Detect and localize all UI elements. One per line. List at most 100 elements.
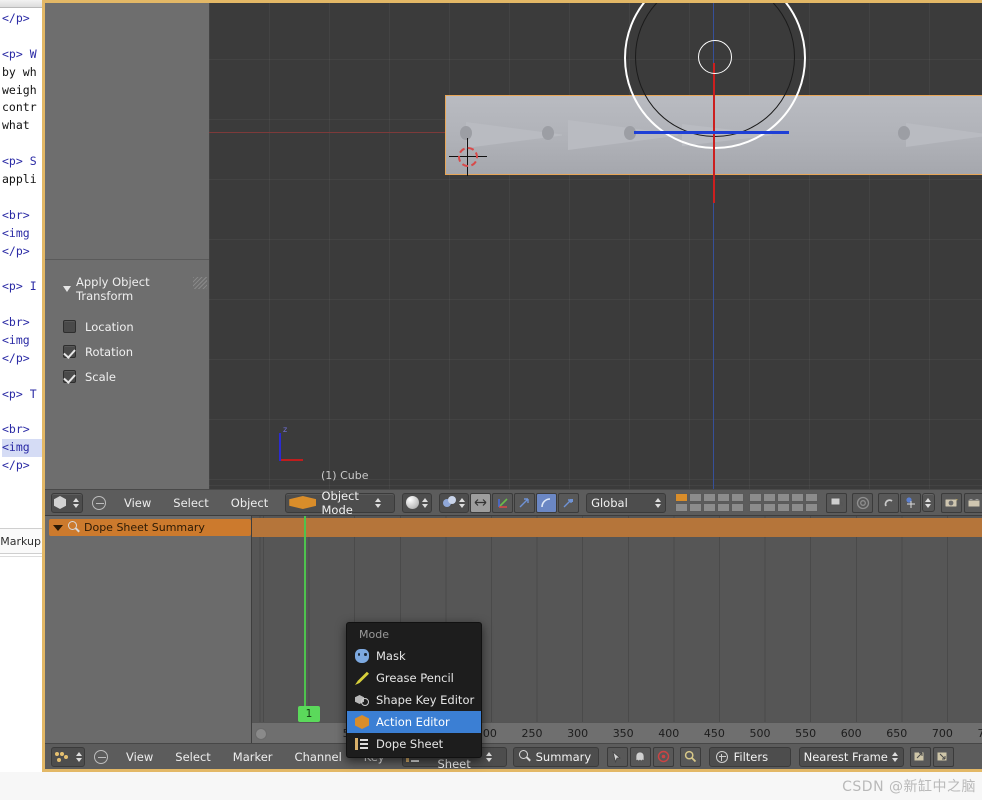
manipulator-toggle-button[interactable] (492, 492, 514, 513)
rotation-gizmo-z-axis[interactable] (634, 131, 789, 134)
apply-option-scale[interactable]: Scale (63, 364, 209, 389)
layer-cell[interactable] (717, 493, 731, 502)
chevron-down-icon[interactable] (53, 524, 63, 531)
code-editor-pane[interactable]: </p> <p> W by wh weigh contr what <p> S appli <… (0, 0, 48, 524)
render-animation-icon[interactable] (963, 492, 982, 513)
proportional-edit-icon[interactable] (852, 492, 874, 513)
dope-sheet-tool-group[interactable] (606, 746, 701, 767)
viewport-shading-selector[interactable] (402, 492, 433, 513)
dope-sheet-summary-toggle[interactable]: Summary (512, 746, 599, 767)
code-line-text: </p> (2, 243, 30, 258)
ruler-scroll-knob[interactable] (255, 728, 267, 740)
action-editor-icon (355, 715, 369, 729)
3d-viewport[interactable]: z (1) Cube (209, 3, 982, 489)
screenshot-root: </p> <p> W by wh weigh contr what <p> S appli <… (0, 0, 982, 800)
checkbox-rotation-icon[interactable] (63, 345, 76, 358)
translate-manipulator-icon[interactable] (514, 492, 536, 513)
layer-group-1[interactable] (675, 493, 745, 512)
ruler-tick-label: 700 (931, 727, 953, 740)
dope-menu-view[interactable]: View (115, 750, 164, 764)
layer-cell[interactable] (675, 493, 689, 502)
pivot-median-point-icon (443, 496, 457, 509)
layer-cell[interactable] (749, 493, 763, 502)
layer-cell[interactable] (749, 503, 763, 512)
dope-sheet-header: View Select Marker Channel Key Dope Shee… (45, 743, 982, 771)
layer-cell[interactable] (763, 503, 777, 512)
paste-keys-icon[interactable] (932, 746, 954, 767)
snap-mode-selector[interactable]: Nearest Frame (798, 746, 904, 767)
snap-target-dropdown[interactable] (921, 493, 935, 512)
markup-tab[interactable]: Markup (0, 528, 44, 554)
collapse-menu-icon[interactable] (91, 495, 106, 510)
apply-option-scale-label: Scale (85, 369, 116, 384)
filters-button[interactable]: Filters (708, 746, 791, 767)
layer-cell[interactable] (703, 493, 717, 502)
cursor-select-icon[interactable] (606, 746, 628, 767)
dope-menu-select[interactable]: Select (164, 750, 221, 764)
chevron-updown-icon (75, 751, 82, 762)
layer-cell[interactable] (805, 503, 819, 512)
search-filter-icon[interactable] (679, 746, 701, 767)
dope-menu-marker[interactable]: Marker (222, 750, 284, 764)
layer-cell[interactable] (703, 503, 717, 512)
interaction-mode-selector[interactable]: Object Mode (285, 489, 396, 517)
pivot-point-selector[interactable] (439, 492, 470, 513)
viewport-menu-select[interactable]: Select (162, 496, 219, 510)
snap-magnet-icon[interactable] (878, 492, 899, 513)
mode-popup-item-shape-key-editor[interactable]: Shape Key Editor (347, 689, 481, 711)
apply-object-transform-panel[interactable]: Apply Object Transform Location Rotation… (63, 275, 209, 389)
layer-cell[interactable] (717, 503, 731, 512)
pivot-individual-origins-icon[interactable] (470, 492, 492, 513)
editor-type-selector-3dview[interactable] (51, 492, 83, 513)
apply-option-location[interactable]: Location (63, 314, 209, 339)
layer-cell[interactable] (731, 503, 745, 512)
layer-cell[interactable] (791, 493, 805, 502)
proportional-edit-icon[interactable] (652, 746, 674, 767)
viewport-header: View Select Object Object Mode Global (45, 489, 982, 517)
collapse-menu-icon[interactable] (94, 749, 108, 764)
layer-cell[interactable] (675, 503, 689, 512)
copy-keys-icon[interactable] (909, 746, 931, 767)
mode-popup-item-action-editor[interactable]: Action Editor (347, 711, 481, 733)
layer-cell[interactable] (763, 493, 777, 502)
snap-target-selector[interactable] (900, 492, 921, 513)
editor-type-selector-dopesheet[interactable] (51, 746, 85, 767)
dope-sheet-summary-band[interactable] (252, 518, 982, 537)
page-bottom-strip (0, 772, 982, 800)
dope-sheet-summary-channel[interactable]: Dope Sheet Summary (49, 519, 251, 536)
mode-dropdown-popup[interactable]: Mode Mask Grease Pencil Shape Key Editor… (346, 622, 482, 758)
layer-cell[interactable] (777, 493, 791, 502)
code-line-text: <p> T (2, 386, 37, 401)
layer-cell[interactable] (777, 503, 791, 512)
dope-sheet-channel-list[interactable]: Dope Sheet Summary (45, 516, 252, 743)
apply-option-rotation[interactable]: Rotation (63, 339, 209, 364)
rotation-gizmo-inner-ring[interactable] (698, 40, 732, 74)
rotate-manipulator-icon[interactable] (536, 492, 558, 513)
layer-cell[interactable] (689, 503, 703, 512)
viewport-object-name: (1) Cube (321, 469, 369, 482)
apply-panel-header[interactable]: Apply Object Transform (63, 275, 209, 303)
dope-sheet-editor[interactable]: Dope Sheet Summary 1 5010015020025030035… (45, 516, 982, 743)
layer-cell[interactable] (689, 493, 703, 502)
render-camera-icon[interactable] (826, 492, 848, 513)
ghost-onionskin-icon[interactable] (629, 746, 651, 767)
viewport-menu-view[interactable]: View (113, 496, 162, 510)
scale-manipulator-icon[interactable] (558, 492, 580, 513)
panel-resize-grip[interactable] (193, 277, 207, 289)
mode-popup-item-mask[interactable]: Mask (347, 645, 481, 667)
transform-orientation-selector[interactable]: Global (586, 492, 667, 513)
checkbox-scale-icon[interactable] (63, 370, 76, 383)
scene-layers[interactable] (675, 493, 819, 512)
3d-cursor-circle (458, 147, 478, 167)
layer-cell[interactable] (791, 503, 805, 512)
layer-group-2[interactable] (749, 493, 819, 512)
viewport-menu-object[interactable]: Object (220, 496, 279, 510)
checkbox-location-icon[interactable] (63, 320, 76, 333)
layer-cell[interactable] (805, 493, 819, 502)
layer-cell[interactable] (731, 493, 745, 502)
mode-popup-item-dope-sheet[interactable]: Dope Sheet (347, 733, 481, 755)
mode-popup-item-grease-pencil[interactable]: Grease Pencil (347, 667, 481, 689)
render-image-icon[interactable] (940, 492, 962, 513)
3d-cursor-icon[interactable] (449, 138, 487, 176)
dope-menu-channel[interactable]: Channel (284, 750, 353, 764)
